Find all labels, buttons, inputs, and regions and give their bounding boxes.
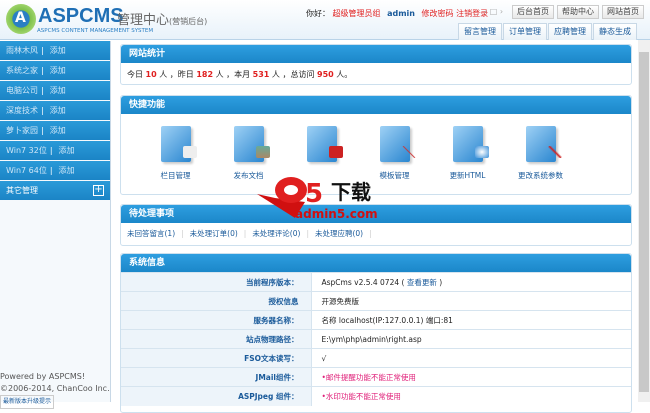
table-row: ASPJpeg 组件： •水印功能不能正常使用 [121, 386, 631, 406]
brand: ASPCMS [38, 5, 124, 27]
username: admin [387, 9, 415, 18]
scrollbar-thumb[interactable] [639, 52, 649, 392]
sidebar-item[interactable]: 萝卜家园 | 添加 [0, 121, 110, 140]
admin-home-button[interactable]: 后台首页 [512, 5, 554, 19]
watermark-logo: 5 下载 admin5.com [257, 177, 378, 221]
quick-item[interactable]: 更改系统参数 [504, 126, 577, 181]
sidebar-item[interactable]: 雨林木风 | 添加 [0, 41, 110, 60]
tab-messages[interactable]: 留言管理 [458, 23, 502, 40]
header: A ASPCMS 管理中心(营销后台) ASPCMS CONTENT MANAG… [0, 0, 650, 40]
sysinfo-panel: 系统信息 当前程序版本： AspCms v2.5.4 0724 ( 查看更新 ) 授… [120, 253, 632, 413]
delete-folder-icon [306, 126, 343, 162]
svg-text:admin5.com: admin5.com [295, 207, 378, 221]
table-row: 授权信息 开源免费版 [121, 291, 631, 311]
sidebar: 雨林木风 | 添加 系统之家 | 添加 电脑公司 | 添加 深度技术 | 添加 萝卜家园 | 添加 Win7 … [0, 41, 111, 402]
tab-orders[interactable]: 订单管理 [503, 23, 547, 40]
table-row: FSO文本读写： √ [121, 348, 631, 368]
check-update-link[interactable]: 查看更新 [407, 278, 437, 287]
plus-icon[interactable]: + [93, 185, 104, 196]
svg-text:下载: 下载 [331, 180, 371, 204]
role: 超级管理员组 [332, 9, 381, 18]
add-link[interactable]: 添加 [50, 126, 66, 135]
add-link[interactable]: 添加 [50, 46, 66, 55]
sidebar-item[interactable]: 系统之家 | 添加 [0, 61, 110, 80]
sidebar-item[interactable]: 深度技术 | 添加 [0, 101, 110, 120]
site-home-button[interactable]: 网站首页 [602, 5, 644, 19]
tab-static[interactable]: 静态生成 [593, 23, 637, 40]
change-password-link[interactable]: 修改密码 [422, 9, 454, 18]
sidebar-item[interactable]: Win7 32位 | 添加 [0, 141, 110, 160]
tab-jobs[interactable]: 应聘管理 [548, 23, 592, 40]
brand-sub: ASPCMS CONTENT MANAGEMENT SYSTEM [37, 28, 154, 34]
add-link[interactable]: 添加 [50, 66, 66, 75]
tools-folder-icon [525, 126, 562, 162]
table-row: 站点物理路径： E:\ym\php\admin\right.asp [121, 329, 631, 349]
quick-item[interactable]: 更新HTML [431, 126, 504, 181]
sidebar-item-other[interactable]: 其它管理 + [0, 181, 110, 200]
user-bar: 你好： 超级管理员组 admin 修改密码 注销登录 [306, 9, 489, 18]
sidebar-footer: Powered by ASPCMS! ©2006-2014, ChanCoo I… [0, 371, 110, 409]
table-row: JMail组件： •邮件提醒功能不能正常使用 [121, 367, 631, 387]
panel-title: 网站统计 [121, 45, 631, 63]
stats-panel: 网站统计 今日 10 人 ，昨日 182 人 ，本月 531 人 ，总访问 95… [120, 44, 632, 85]
template-folder-icon [379, 126, 416, 162]
add-link[interactable]: 添加 [50, 86, 66, 95]
quick-item[interactable]: 栏目管理 [139, 126, 212, 181]
pending-link[interactable]: 未处理订单(0) [190, 229, 238, 238]
pending-link[interactable]: 未处理应聘(0) [315, 229, 363, 238]
folder-icon [160, 126, 197, 162]
stats-line: 今日 10 人 ，昨日 182 人 ，本月 531 人 ，总访问 950 人。 [127, 70, 353, 79]
pending-link[interactable]: 未处理评论(0) [252, 229, 300, 238]
svg-text:5: 5 [305, 179, 323, 209]
table-row: 当前程序版本： AspCms v2.5.4 0724 ( 查看更新 ) [121, 272, 631, 292]
help-center-button[interactable]: 帮助中心 [557, 5, 599, 19]
logo-icon: A [6, 4, 36, 34]
brand-cn: 管理中心(营销后台) [117, 13, 208, 28]
table-row: 服务器名称： 名称 localhost(IP:127.0.0.1) 端口:81 [121, 310, 631, 330]
add-link[interactable]: 添加 [59, 146, 75, 155]
upgrade-link[interactable]: 最新版本升级提示 [0, 395, 55, 409]
sidebar-item[interactable]: Win7 64位 | 添加 [0, 161, 110, 180]
scroll-arrows-icon[interactable]: ‹ □ › [484, 7, 503, 16]
pending-link[interactable]: 未回答留言(1) [127, 229, 175, 238]
add-link[interactable]: 添加 [50, 106, 66, 115]
scrollbar[interactable] [638, 40, 650, 402]
image-folder-icon [233, 126, 270, 162]
add-link[interactable]: 添加 [59, 166, 75, 175]
sidebar-item[interactable]: 电脑公司 | 添加 [0, 81, 110, 100]
globe-folder-icon [452, 126, 489, 162]
